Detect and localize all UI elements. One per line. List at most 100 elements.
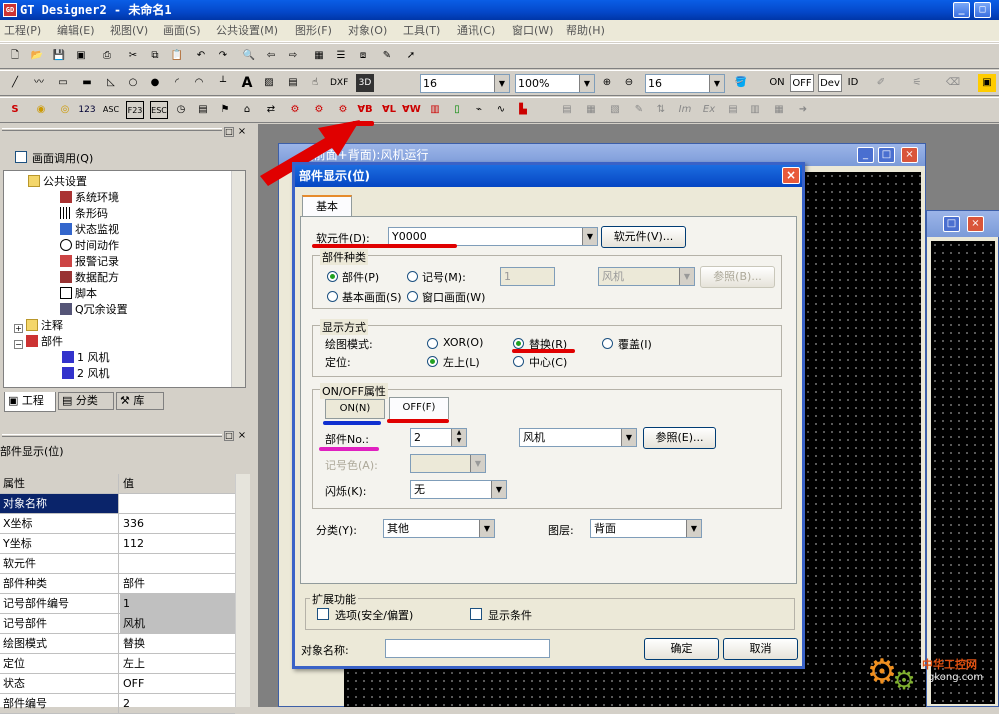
circle-icon[interactable]: ○ (124, 74, 142, 92)
arc-icon[interactable]: ◜ (168, 74, 186, 92)
layers-icon[interactable]: ⧈ (354, 47, 372, 65)
radio-center[interactable] (513, 356, 524, 367)
part-ref-button[interactable]: 参照(E)... (643, 427, 716, 449)
table-row[interactable]: 记号部件 风机 (0, 614, 235, 634)
trend-icon[interactable]: ⌁ (470, 101, 488, 119)
copy-icon[interactable]: ⧉ (146, 47, 164, 65)
tree-item-recipe[interactable]: 数据配方 (60, 271, 119, 285)
triangle-icon[interactable]: ◺ (102, 74, 120, 92)
menu-tools[interactable]: 工具(T) (403, 20, 440, 42)
pen-icon[interactable]: ✎ (378, 47, 396, 65)
tree-item-parts[interactable]: − 部件 (14, 335, 63, 349)
window-close-button[interactable]: × (967, 216, 984, 232)
menu-object[interactable]: 对象(O) (348, 20, 387, 42)
zoom-in-icon[interactable]: ⊕ (598, 74, 616, 92)
minimize-button[interactable]: _ (953, 2, 970, 18)
radio-overlay[interactable] (602, 338, 613, 349)
mark-number-stepper[interactable]: 1 (500, 267, 555, 286)
tree-item-status-monitor[interactable]: 状态监视 (60, 223, 119, 237)
image-icon[interactable]: ▨ (260, 74, 278, 92)
polyline-icon[interactable]: 〰 (30, 74, 48, 92)
mark-name-select[interactable]: 风机 ▼ (598, 267, 695, 286)
splitter[interactable] (250, 124, 258, 707)
undo-icon[interactable]: ↶ (192, 47, 210, 65)
panel-close-icon[interactable]: × (237, 127, 247, 137)
tab-library[interactable]: ⚒ 库 (116, 392, 164, 410)
forward-arrow-icon[interactable]: ⇨ (284, 47, 302, 65)
pointer-icon[interactable]: ➚ (402, 47, 420, 65)
table-row[interactable]: 记号部件编号 1 (0, 594, 235, 614)
tree-item-common[interactable]: 公共设置 (28, 175, 87, 189)
zoom-select[interactable]: 100% ▼ (515, 74, 595, 93)
tab-project[interactable]: ▣ 工程 (4, 392, 56, 412)
line-icon[interactable]: ╱ (6, 74, 24, 92)
category-select[interactable]: 其他 ▼ (383, 519, 495, 538)
clock-icon[interactable]: ◷ (172, 101, 190, 119)
size-select[interactable]: 16 ▼ (645, 74, 725, 93)
switch-icon[interactable]: S (6, 101, 24, 119)
open-folder-icon[interactable]: 📂 (28, 47, 46, 65)
list-icon[interactable]: ☰ (332, 47, 350, 65)
tree-item-time-action[interactable]: 时间动作 (60, 239, 119, 253)
spin-icon[interactable]: ▲ ▼ (451, 429, 466, 446)
panel-meter-icon[interactable]: ▯ (448, 101, 466, 119)
panel-close-icon[interactable]: × (237, 431, 247, 441)
doc2-icon[interactable]: ▥ (746, 101, 764, 119)
screen-call-checkbox[interactable] (15, 151, 27, 163)
prop-value[interactable] (120, 494, 235, 513)
tree-item-part-2[interactable]: 2 风机 (62, 367, 110, 381)
on-toggle[interactable]: ON (766, 74, 788, 92)
tree-item-q-redundancy[interactable]: Q冗余设置 (60, 303, 128, 317)
dev-toggle[interactable]: Dev (818, 74, 842, 92)
dxf-icon[interactable]: DXF (330, 74, 348, 92)
font-size-select[interactable]: 16 ▼ (420, 74, 510, 93)
prop-value[interactable]: 336 (120, 514, 235, 533)
comment-icon[interactable]: ▤ (194, 101, 212, 119)
prop-value[interactable]: 替换 (120, 634, 235, 653)
report2-icon[interactable]: ▦ (582, 101, 600, 119)
maximize-button[interactable]: □ (974, 2, 991, 18)
report3-icon[interactable]: ▧ (606, 101, 624, 119)
tree-item-script[interactable]: 脚本 (60, 287, 97, 301)
text-icon[interactable]: A (238, 74, 256, 92)
prop-value[interactable] (120, 554, 235, 573)
menu-screen[interactable]: 画面(S) (163, 20, 201, 42)
part-no-stepper[interactable]: 2 ▲ ▼ (410, 428, 467, 447)
tree-item-comment[interactable]: + 注释 (14, 319, 63, 333)
menu-project[interactable]: 工程(P) (4, 20, 41, 42)
device-button[interactable]: 软元件(V)... (601, 226, 686, 248)
tab-category[interactable]: ▤ 分类 (58, 392, 114, 410)
tab-on[interactable]: ON(N) (325, 399, 385, 419)
screen-canvas-bottom[interactable] (344, 669, 926, 707)
id-toggle[interactable]: ID (844, 74, 862, 92)
table-row[interactable]: 软元件 (0, 554, 235, 574)
prop-value[interactable]: 1 (120, 594, 235, 613)
table-row[interactable]: X坐标 336 (0, 514, 235, 534)
tab-basic[interactable]: 基本 (302, 195, 352, 217)
pen-color-icon[interactable]: ✐ (872, 74, 890, 92)
numeric-display-icon[interactable]: 123 (78, 101, 96, 119)
print-icon[interactable]: ⎙ (98, 47, 116, 65)
layer-select[interactable]: 背面 ▼ (590, 519, 702, 538)
menu-view[interactable]: 视图(V) (110, 20, 148, 42)
part-display-word-icon[interactable]: ⱯL (380, 101, 398, 119)
ok-button[interactable]: 确定 (644, 638, 719, 660)
table-row[interactable]: 部件种类 部件 (0, 574, 235, 594)
menu-figure[interactable]: 图形(F) (295, 20, 332, 42)
radio-xor[interactable] (427, 338, 438, 349)
tree-item-barcode[interactable]: 条形码 (60, 207, 108, 221)
lamp2-icon[interactable]: ◎ (56, 101, 74, 119)
mark-ref-button[interactable]: 参照(B)... (700, 266, 775, 288)
find-icon[interactable]: 🔍 (240, 47, 258, 65)
lamp-icon[interactable]: ◉ (32, 101, 50, 119)
line-graph-icon[interactable]: ∿ (492, 101, 510, 119)
tree-item-system-env[interactable]: 系统环境 (60, 191, 119, 205)
zoom-out-icon[interactable]: ⊖ (620, 74, 638, 92)
menu-common[interactable]: 公共设置(M) (216, 20, 278, 42)
table-row[interactable]: Y坐标 112 (0, 534, 235, 554)
scale-icon[interactable]: ┴ (214, 74, 232, 92)
paste-icon[interactable]: 📋 (168, 47, 186, 65)
radio-base-screen[interactable] (327, 291, 338, 302)
screen-canvas[interactable] (796, 172, 921, 704)
table-row[interactable]: 绘图模式 替换 (0, 634, 235, 654)
